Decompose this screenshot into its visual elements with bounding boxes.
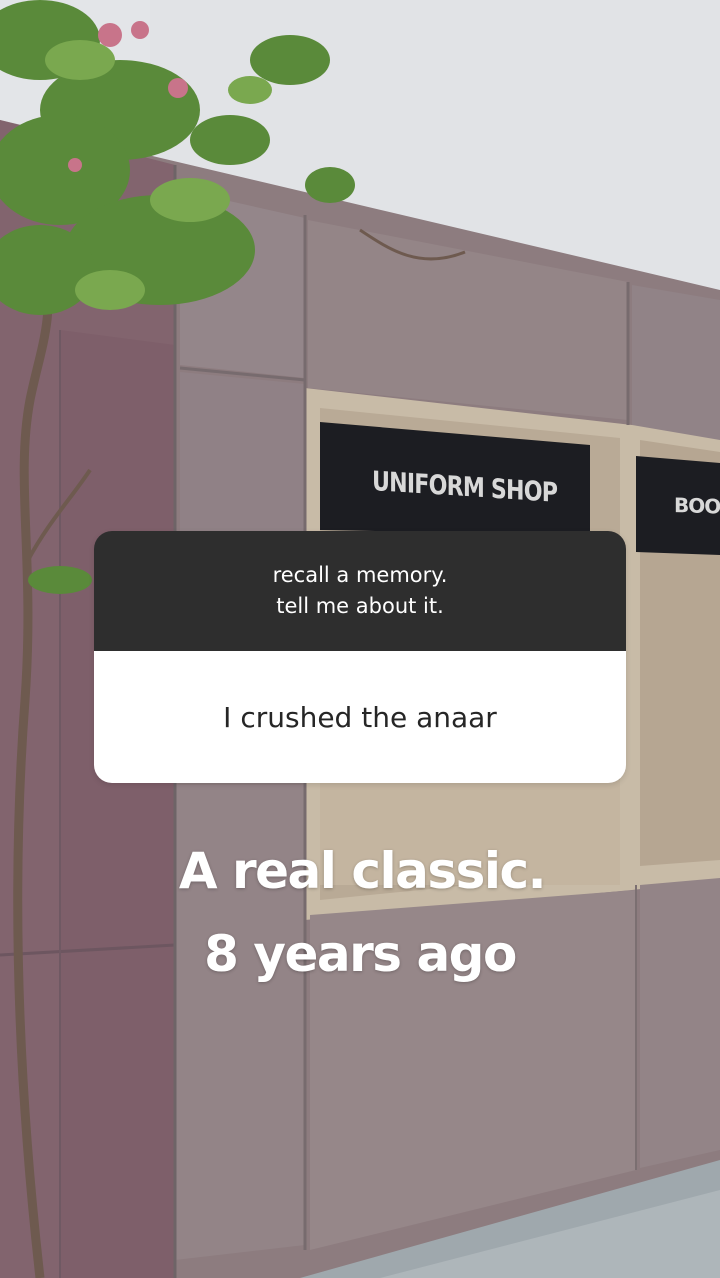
question-sticker[interactable]: recall a memory. tell me about it. I cru…	[94, 531, 626, 783]
prompt-line-1: recall a memory.	[272, 563, 448, 587]
book-sign-text: BOOK	[674, 492, 720, 520]
caption-line-2: 8 years ago	[204, 925, 517, 983]
question-prompt: recall a memory. tell me about it.	[94, 531, 626, 651]
story-view: UNIFORM SHOP BOOK recall a memory. tell …	[0, 0, 720, 1278]
question-answer: I crushed the anaar	[94, 651, 626, 783]
caption-line-1: A real classic.	[178, 842, 547, 900]
prompt-line-2: tell me about it.	[276, 594, 444, 618]
